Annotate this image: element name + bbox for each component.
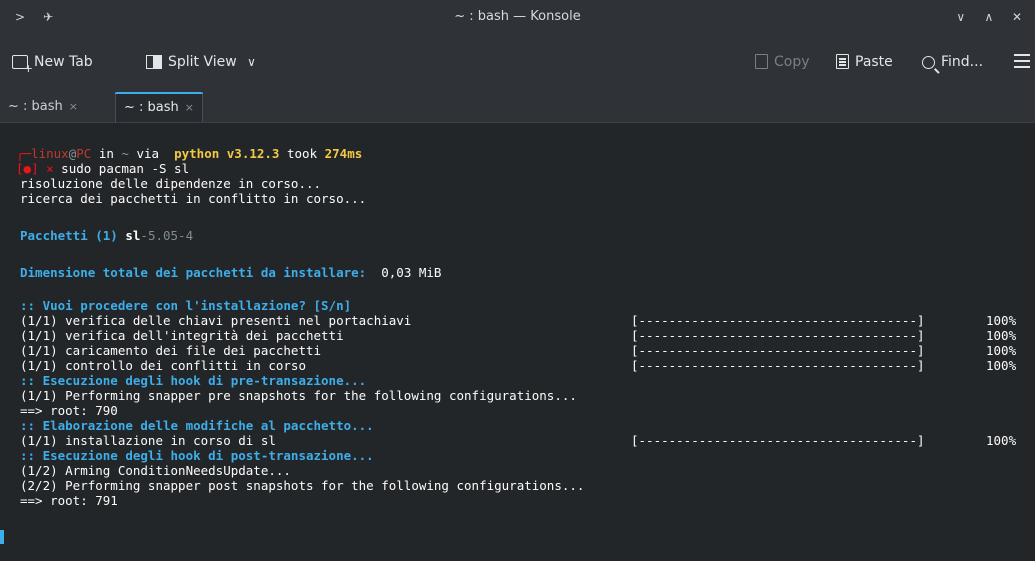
- prompt-corner: ╭─: [16, 146, 32, 161]
- paste-button[interactable]: Paste: [836, 51, 893, 73]
- progress-bar: [-------------------------------------]: [631, 343, 925, 358]
- step-line: (1/1) controllo dei conflitti in corso: [20, 358, 306, 373]
- prompt-python: python v3.12.3: [166, 146, 280, 161]
- step-line: (1/1) caricamento dei file dei pacchetti: [20, 343, 322, 358]
- tab-bar: ~ : bash × ~ : bash ×: [0, 88, 1035, 123]
- prompt-user: linux: [31, 146, 69, 161]
- terminal-area[interactable]: ╭─linux@PC in ~ via python v3.12.3 took …: [0, 123, 1035, 561]
- progress-bar: [-------------------------------------]: [631, 328, 925, 343]
- tab-label: ~ : bash: [124, 100, 179, 115]
- prompt-duration: 274ms: [324, 146, 363, 161]
- progress-percent: 100%: [986, 343, 1017, 358]
- terminal-cursor: [0, 530, 4, 544]
- output-line: ricerca dei pacchetti in conflitto in co…: [20, 191, 367, 206]
- prompt-line: ╭─linux@PC in ~ via python v3.12.3 took …: [16, 146, 362, 161]
- command-line: [●] × sudo pacman -S sl: [16, 161, 189, 176]
- command-text: sudo pacman -S sl: [61, 161, 190, 176]
- output-line: (1/2) Arming ConditionNeedsUpdate...: [20, 463, 291, 478]
- size-label: Dimensione totale dei pacchetti da insta…: [20, 265, 367, 280]
- paste-label: Paste: [855, 54, 893, 70]
- output-line: (1/1) Performing snapper pre snapshots f…: [20, 388, 577, 403]
- step-line: (1/1) verifica delle chiavi presenti nel…: [20, 313, 412, 328]
- close-icon[interactable]: ✕: [1005, 5, 1029, 29]
- prompt-took: took: [279, 146, 325, 161]
- paste-icon: [836, 54, 849, 69]
- size-value: 0,03 MiB: [366, 265, 442, 280]
- hook-pre-line: :: Esecuzione degli hook di pre-transazi…: [20, 373, 367, 388]
- package-version: -5.05-4: [140, 228, 194, 243]
- prompt-host: PC: [76, 146, 92, 161]
- prompt-dir: ~: [121, 146, 129, 161]
- split-view-button[interactable]: Split View ∨: [146, 51, 256, 73]
- progress-percent: 100%: [986, 433, 1017, 448]
- package-line: Pacchetti (1) sl-5.05-4: [20, 228, 193, 243]
- find-button[interactable]: Find...: [922, 51, 983, 73]
- window-controls: ∨ ∧ ✕: [949, 0, 1029, 35]
- status-bracket-close: ]: [31, 161, 39, 176]
- close-tab-icon[interactable]: ×: [69, 100, 78, 113]
- tab-bash-2[interactable]: ~ : bash ×: [115, 92, 203, 122]
- progress-bar: [-------------------------------------]: [631, 433, 925, 448]
- output-line: ==> root: 791: [20, 493, 118, 508]
- prompt-via: via: [128, 146, 167, 161]
- title-bar: > ✈ ~ : bash — Konsole ∨ ∧ ✕: [0, 0, 1035, 34]
- prompt-in: in: [91, 146, 122, 161]
- new-tab-icon: [12, 55, 33, 74]
- progress-percent: 100%: [986, 313, 1017, 328]
- output-line: risoluzione delle dipendenze in corso...: [20, 176, 322, 191]
- size-line: Dimensione totale dei pacchetti da insta…: [20, 265, 441, 280]
- konsole-window: > ✈ ~ : bash — Konsole ∨ ∧ ✕ New Tab Spl…: [0, 0, 1035, 561]
- split-view-label: Split View: [168, 54, 237, 70]
- output-line: (2/2) Performing snapper post snapshots …: [20, 478, 585, 493]
- progress-bar: [-------------------------------------]: [631, 313, 925, 328]
- hamburger-menu-icon: [1014, 54, 1030, 68]
- minimize-icon[interactable]: ∨: [949, 5, 973, 29]
- tab-label: ~ : bash: [8, 99, 63, 114]
- find-label: Find...: [941, 54, 984, 70]
- package-label: Pacchetti (1): [20, 228, 118, 243]
- status-dot-icon: ●: [23, 161, 32, 176]
- copy-icon: [755, 54, 768, 69]
- hook-post-line: :: Esecuzione degli hook di post-transaz…: [20, 448, 374, 463]
- progress-bar: [-------------------------------------]: [631, 358, 925, 373]
- copy-label: Copy: [774, 54, 810, 70]
- close-tab-icon[interactable]: ×: [185, 101, 194, 114]
- package-name: sl: [117, 228, 141, 243]
- tab-bash-1[interactable]: ~ : bash ×: [0, 92, 86, 121]
- copy-button[interactable]: Copy: [755, 51, 810, 73]
- window-title: ~ : bash — Konsole: [454, 9, 581, 24]
- output-line: ==> root: 790: [20, 403, 118, 418]
- elab-line: :: Elaborazione delle modifiche al pacch…: [20, 418, 374, 433]
- new-tab-label: New Tab: [34, 54, 93, 70]
- step-line: (1/1) verifica dell'integrità dei pacche…: [20, 328, 344, 343]
- toolbar: New Tab Split View ∨ Copy Paste Find...: [0, 34, 1035, 88]
- step-line: (1/1) installazione in corso di sl: [20, 433, 276, 448]
- progress-percent: 100%: [986, 328, 1017, 343]
- split-view-icon: [146, 55, 162, 69]
- error-cross-icon: ×: [38, 161, 62, 176]
- progress-percent: 100%: [986, 358, 1017, 373]
- maximize-icon[interactable]: ∧: [977, 5, 1001, 29]
- proceed-question: :: Vuoi procedere con l'installazione? […: [20, 298, 352, 313]
- new-tab-button[interactable]: New Tab: [12, 51, 93, 74]
- hamburger-menu-button[interactable]: [1014, 51, 1030, 73]
- search-icon: [922, 56, 935, 69]
- status-bracket-open: [: [16, 161, 24, 176]
- chevron-down-icon: ∨: [247, 55, 256, 69]
